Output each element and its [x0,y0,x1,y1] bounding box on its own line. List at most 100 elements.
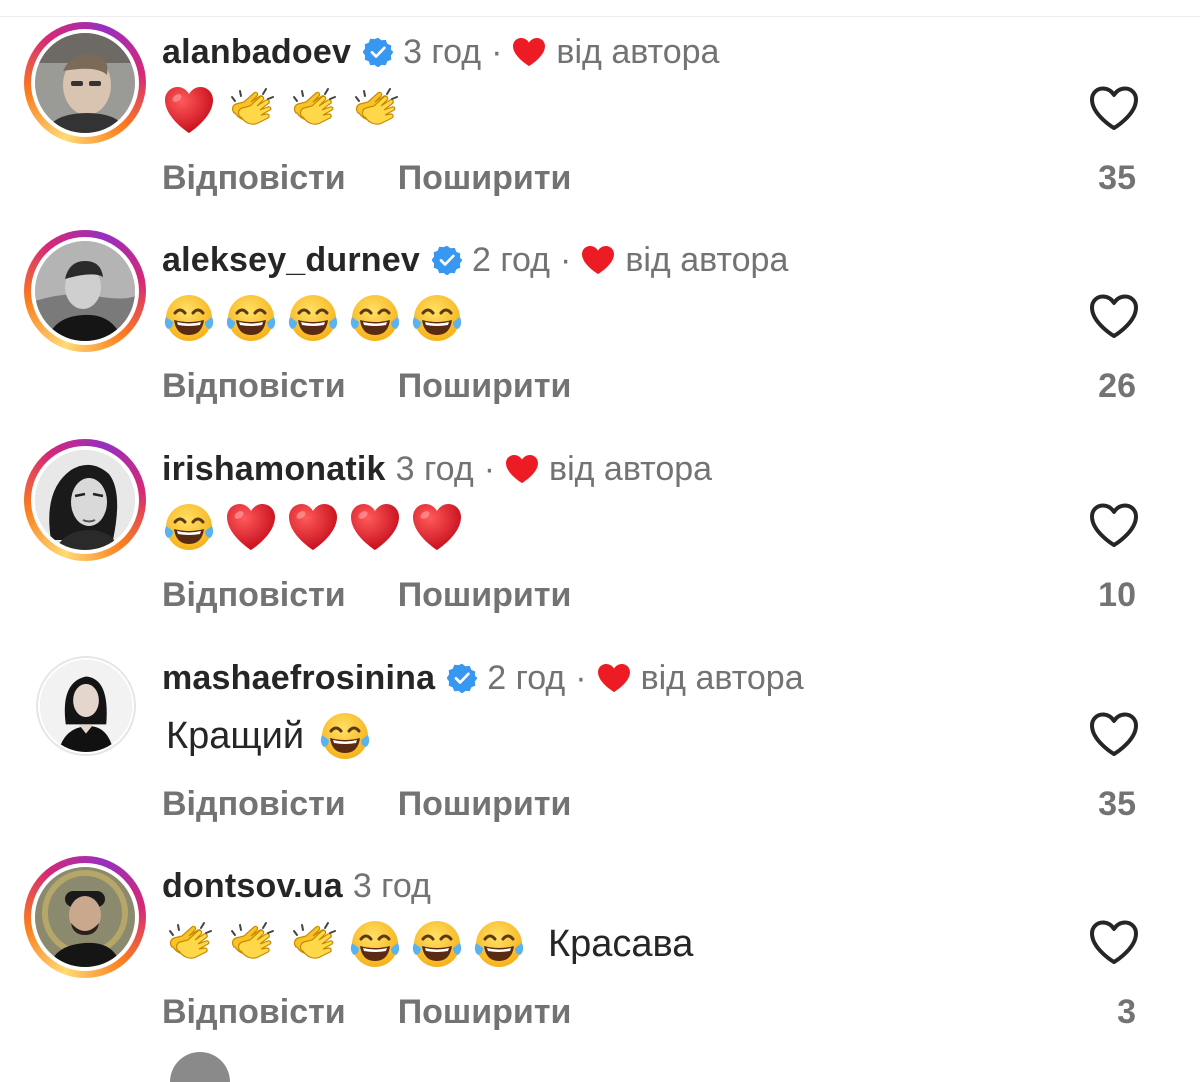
next-comment-avatar-partial[interactable] [170,1052,230,1082]
verified-badge-icon [431,245,462,275]
comment-header: mashaefrosinina 2 год · від автора [162,656,804,700]
comment-header: aleksey_durnev 2 год · від автора [162,238,788,282]
share-button[interactable]: Поширити [398,159,572,198]
comment-text: Красава [548,922,694,965]
comment-item: dontsov.ua 3 год Красава Відповісти Поширити… [0,834,1200,1039]
timestamp: 2 год [471,240,550,279]
username[interactable]: irishamonatik [162,450,386,489]
comment-body [162,497,472,557]
avatar-border [31,446,139,554]
like-count[interactable]: 26 [1098,363,1136,409]
author-liked-heart-icon [512,37,546,67]
avatar[interactable] [35,867,135,967]
author-liked-heart-icon [581,245,615,275]
comment-header: alanbadoev 3 год · від автора [162,30,719,74]
avatar-story-ring[interactable] [24,22,146,144]
separator-dot: · [483,449,496,488]
tears-of-joy-emoji-icon [318,709,372,763]
username[interactable]: aleksey_durnev [162,241,420,280]
tears-of-joy-emoji-icon [410,917,464,971]
reply-button[interactable]: Відповісти [162,367,346,406]
avatar[interactable] [35,450,135,550]
timestamp: 3 год [352,866,431,905]
clapping-hands-emoji-icon [286,917,340,971]
share-button[interactable]: Поширити [398,785,572,824]
avatar[interactable] [35,33,135,133]
like-heart-icon[interactable] [1088,292,1140,340]
like-count[interactable]: 3 [1117,989,1136,1035]
like-count[interactable]: 35 [1098,155,1136,201]
comment-actions: Відповісти Поширити [162,155,571,201]
tears-of-joy-emoji-icon [472,917,526,971]
red-heart-emoji-icon [410,500,464,554]
liked-by-author-label: від автора [625,240,789,279]
avatar-story-ring[interactable] [24,230,146,352]
avatar-border [31,863,139,971]
avatar-border [31,237,139,345]
author-liked-heart-icon [597,663,631,693]
red-heart-emoji-icon [162,83,216,137]
separator-dot: · [491,32,503,71]
like-count[interactable]: 35 [1098,781,1136,827]
comment-body: Кращий [162,706,380,766]
red-heart-emoji-icon [224,500,278,554]
avatar-story-ring[interactable] [24,856,146,978]
username[interactable]: dontsov.ua [162,867,343,906]
avatar-border [38,658,134,754]
username[interactable]: mashaefrosinina [162,659,435,698]
liked-by-author-label: від автора [549,449,713,488]
like-heart-icon[interactable] [1088,84,1140,132]
comment-actions: Відповісти Поширити [162,989,571,1035]
timestamp: 2 год [487,658,566,697]
tears-of-joy-emoji-icon [410,291,464,345]
comment-body: Красава [162,914,707,974]
comment-actions: Відповісти Поширити [162,572,571,618]
separator-dot: · [575,658,587,697]
comment-header: dontsov.ua 3 год [162,864,431,908]
clapping-hands-emoji-icon [224,917,278,971]
comment-item: irishamonatik 3 год · від автора Відповісти П… [0,417,1200,622]
tears-of-joy-emoji-icon [162,291,216,345]
verified-badge-icon [363,37,394,67]
reply-button[interactable]: Відповісти [162,159,346,198]
comment-header: irishamonatik 3 год · від автора [162,447,712,491]
clapping-hands-emoji-icon [162,917,216,971]
reply-button[interactable]: Відповісти [162,785,346,824]
comment-item: mashaefrosinina 2 год · від автора Кращий Від… [0,626,1200,831]
tears-of-joy-emoji-icon [348,291,402,345]
liked-by-author-label: від автора [640,658,804,697]
tears-of-joy-emoji-icon [286,291,340,345]
tears-of-joy-emoji-icon [224,291,278,345]
like-heart-icon[interactable] [1088,918,1140,966]
comment-item: alanbadoev 3 год · від автора Відповісти Поши… [0,0,1200,205]
share-button[interactable]: Поширити [398,576,572,615]
red-heart-emoji-icon [348,500,402,554]
reply-button[interactable]: Відповісти [162,576,346,615]
username[interactable]: alanbadoev [162,33,351,72]
separator-dot: · [559,240,572,279]
like-count[interactable]: 10 [1098,572,1136,618]
comment-text: Кращий [166,714,305,757]
tears-of-joy-emoji-icon [162,500,216,554]
like-heart-icon[interactable] [1088,501,1140,549]
reply-button[interactable]: Відповісти [162,993,346,1032]
avatar-story-ring[interactable] [36,656,136,756]
clapping-hands-emoji-icon [224,83,278,137]
red-heart-emoji-icon [286,500,340,554]
tears-of-joy-emoji-icon [348,917,402,971]
liked-by-author-label: від автора [556,32,720,71]
share-button[interactable]: Поширити [398,993,572,1032]
avatar[interactable] [40,660,132,752]
avatar-story-ring[interactable] [24,439,146,561]
clapping-hands-emoji-icon [286,83,340,137]
verified-badge-icon [447,663,478,693]
timestamp: 3 год [403,32,482,71]
comment-actions: Відповісти Поширити [162,781,571,827]
share-button[interactable]: Поширити [398,367,572,406]
timestamp: 3 год [395,449,474,488]
like-heart-icon[interactable] [1088,710,1140,758]
avatar-border [31,29,139,137]
clapping-hands-emoji-icon [348,83,402,137]
comment-body [162,288,472,348]
avatar[interactable] [35,241,135,341]
